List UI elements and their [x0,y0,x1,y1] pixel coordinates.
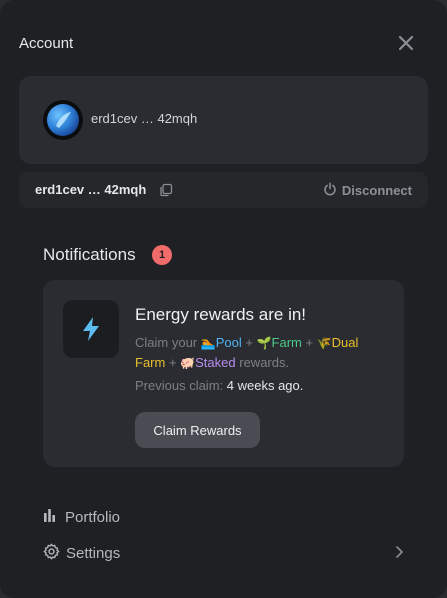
claim-prefix: Claim your [135,335,198,350]
claim-rewards-button[interactable]: Claim Rewards [135,412,260,448]
notification-count-badge: 1 [152,245,172,265]
account-name: erd1cev … 42mqh [91,111,198,126]
wallet-address: erd1cev … 42mqh [35,182,147,197]
farm-tag: Farm [271,335,302,350]
avatar [43,100,83,140]
notification-headline: Energy rewards are in! [135,305,307,324]
piggy-bank-icon: 🐖 [180,356,196,370]
staked-tag: Staked [195,355,236,370]
sprout-icon: 🌱 [256,336,272,350]
account-card: erd1cev … 42mqh [19,76,428,164]
claim-suffix: rewards. [239,355,290,370]
previous-claim: Previous claim: 4 weeks ago. [135,378,303,393]
pool-tag: Pool [215,335,242,350]
account-panel: Account erd1cev … 42mqh erd1cev … 42mqh [0,0,447,598]
wheat-icon: 🌾 [316,336,332,350]
avatar-orb-icon [47,104,79,136]
notifications-title: Notifications [43,245,136,264]
disconnect-button[interactable]: Disconnect [323,182,412,199]
notification-body: Claim your 🏊Pool + 🌱Farm + 🌾Dual Farm + … [135,335,359,370]
gear-icon [43,543,60,564]
menu-item-portfolio[interactable]: Portfolio [43,507,120,527]
power-icon [323,182,337,199]
previous-claim-value: 4 weeks ago. [226,378,304,393]
copy-icon[interactable] [159,183,173,197]
bar-chart-icon [43,507,59,527]
pool-icon: 🏊 [200,336,216,350]
settings-label: Settings [66,545,121,562]
panel-title: Account [19,35,74,52]
notification-card: Energy rewards are in! Claim your 🏊Pool … [43,280,404,467]
lightning-icon [63,300,119,358]
chevron-right-icon[interactable] [392,544,406,560]
previous-claim-label: Previous claim: [135,378,224,393]
close-icon[interactable] [395,32,417,54]
portfolio-label: Portfolio [65,508,121,526]
menu-item-settings[interactable]: Settings [43,543,120,564]
disconnect-label: Disconnect [341,183,412,198]
address-bar: erd1cev … 42mqh Disconnect [19,172,428,208]
